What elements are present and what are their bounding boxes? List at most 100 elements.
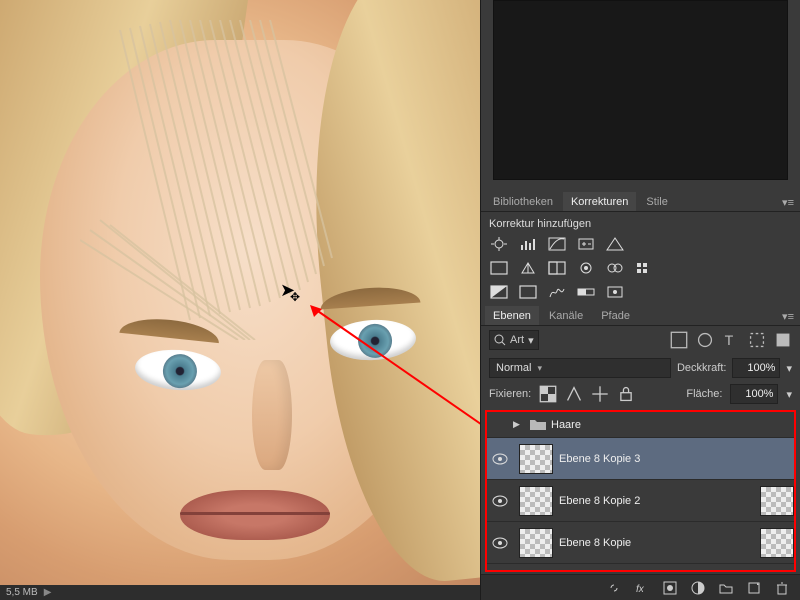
layer-row[interactable]: Ebene 8 Kopie 3 xyxy=(487,438,794,480)
threshold-icon[interactable] xyxy=(547,284,567,300)
layer-name[interactable]: Ebene 8 Kopie xyxy=(559,537,631,549)
adjustments-row-1 xyxy=(481,232,800,256)
layers-flyout-menu-icon[interactable]: ▾≡ xyxy=(776,308,800,325)
tab-pfade[interactable]: Pfade xyxy=(593,306,638,325)
photo-lip-line xyxy=(180,512,330,515)
layer-filter-kind-dropdown[interactable]: Art ▾ xyxy=(489,330,539,350)
photo-nose xyxy=(252,360,292,470)
status-bar: 5,5 MB ▶ xyxy=(0,585,480,600)
adjustments-tabstrip: Bibliotheken Korrekturen Stile ▾≡ xyxy=(481,190,800,212)
lock-image-icon[interactable] xyxy=(565,386,583,402)
layers-bottom-toolbar: fx xyxy=(481,574,800,600)
layer-thumbnail-right xyxy=(760,528,794,558)
curves-icon[interactable] xyxy=(547,236,567,252)
adjustments-flyout-menu-icon[interactable]: ▾≡ xyxy=(776,194,800,211)
chevron-down-icon[interactable]: ▾ xyxy=(786,388,792,401)
vibrance-icon[interactable] xyxy=(605,236,625,252)
filter-pixel-icon[interactable] xyxy=(670,332,688,348)
visibility-toggle[interactable] xyxy=(487,537,513,549)
add-mask-icon[interactable] xyxy=(662,580,678,596)
new-adjustment-layer-icon[interactable] xyxy=(690,580,706,596)
opacity-value: 100% xyxy=(747,362,775,374)
filter-smart-icon[interactable] xyxy=(774,332,792,348)
layer-style-icon[interactable]: fx xyxy=(634,580,650,596)
tab-stile[interactable]: Stile xyxy=(638,192,675,211)
layers-panel: Ebenen Kanäle Pfade ▾≡ Art ▾ T xyxy=(480,304,800,600)
fill-value: 100% xyxy=(745,388,773,400)
app-root: ➤✥ 5,5 MB ▶ Bibliotheken Korrekturen Sti… xyxy=(0,0,800,600)
visibility-toggle[interactable] xyxy=(487,453,513,465)
brightness-contrast-icon[interactable] xyxy=(489,236,509,252)
layer-row[interactable]: Ebene 8 Kopie xyxy=(487,522,794,564)
search-icon xyxy=(494,334,506,346)
layer-name[interactable]: Ebene 8 Kopie 3 xyxy=(559,453,640,465)
adjustments-heading-row: Korrektur hinzufügen xyxy=(481,212,800,232)
navigator-panel xyxy=(480,0,800,190)
layer-list: ▶ Haare Ebene 8 Kopie 3 Ebene 8 Kopie 2 xyxy=(485,410,796,572)
layer-filter-row: Art ▾ T xyxy=(481,326,800,354)
delete-layer-icon[interactable] xyxy=(774,580,790,596)
layer-thumbnail[interactable] xyxy=(519,528,553,558)
hue-sat-icon[interactable] xyxy=(489,260,509,276)
channel-mixer-icon[interactable] xyxy=(605,260,625,276)
blend-row: Normal ▾ Deckkraft: 100% ▾ xyxy=(481,354,800,382)
photo-background xyxy=(0,0,480,585)
levels-icon[interactable] xyxy=(518,236,538,252)
black-white-icon[interactable] xyxy=(547,260,567,276)
document-canvas-area: ➤✥ 5,5 MB ▶ xyxy=(0,0,480,600)
filter-type-icon[interactable]: T xyxy=(722,332,740,348)
exposure-icon[interactable] xyxy=(576,236,596,252)
new-group-icon[interactable] xyxy=(718,580,734,596)
adjustments-row-2 xyxy=(481,256,800,280)
opacity-field[interactable]: 100% xyxy=(732,358,780,378)
lock-all-icon[interactable] xyxy=(617,386,635,402)
document-canvas[interactable]: ➤✥ xyxy=(0,0,480,585)
layers-tabstrip: Ebenen Kanäle Pfade ▾≡ xyxy=(481,304,800,326)
gradient-map-icon[interactable] xyxy=(576,284,596,300)
status-filesize: 5,5 MB xyxy=(6,587,38,598)
color-balance-icon[interactable] xyxy=(518,260,538,276)
visibility-toggle[interactable] xyxy=(487,495,513,507)
selective-color-icon[interactable] xyxy=(605,284,625,300)
disclosure-triangle-icon[interactable]: ▶ xyxy=(513,419,527,430)
color-lookup-icon[interactable] xyxy=(634,260,654,276)
status-caret-icon[interactable]: ▶ xyxy=(44,587,52,598)
link-layers-icon[interactable] xyxy=(606,580,622,596)
opacity-label: Deckkraft: xyxy=(677,362,727,374)
layer-group-row[interactable]: ▶ Haare xyxy=(487,412,794,438)
chevron-down-icon: ▾ xyxy=(537,363,542,374)
adjustments-row-3 xyxy=(481,280,800,304)
svg-text:fx: fx xyxy=(636,584,645,595)
adjustments-heading: Korrektur hinzufügen xyxy=(489,218,591,230)
tab-bibliotheken[interactable]: Bibliotheken xyxy=(485,192,561,211)
filter-adjust-icon[interactable] xyxy=(696,332,714,348)
photo-lips xyxy=(180,490,330,540)
layer-filter-kind-label: Art xyxy=(510,334,524,346)
tab-kanale[interactable]: Kanäle xyxy=(541,306,591,325)
layer-filter-icons: T xyxy=(670,332,792,348)
invert-icon[interactable] xyxy=(489,284,509,300)
layer-row[interactable]: Ebene 8 Kopie 2 xyxy=(487,480,794,522)
navigator-preview-box[interactable] xyxy=(493,0,788,180)
blend-mode-value: Normal xyxy=(496,362,531,374)
folder-icon xyxy=(529,417,547,433)
layer-thumbnail-right xyxy=(760,486,794,516)
posterize-icon[interactable] xyxy=(518,284,538,300)
blend-mode-dropdown[interactable]: Normal ▾ xyxy=(489,358,671,378)
lock-position-icon[interactable] xyxy=(591,386,609,402)
chevron-down-icon[interactable]: ▾ xyxy=(786,362,792,375)
new-layer-icon[interactable] xyxy=(746,580,762,596)
chevron-down-icon: ▾ xyxy=(528,334,534,347)
layer-name[interactable]: Ebene 8 Kopie 2 xyxy=(559,495,640,507)
layer-thumbnail[interactable] xyxy=(519,444,553,474)
fill-field[interactable]: 100% xyxy=(730,384,778,404)
layer-group-name[interactable]: Haare xyxy=(551,419,581,431)
adjustments-panel: Bibliotheken Korrekturen Stile ▾≡ Korrek… xyxy=(480,190,800,304)
tab-ebenen[interactable]: Ebenen xyxy=(485,306,539,325)
tab-korrekturen[interactable]: Korrekturen xyxy=(563,192,636,211)
lock-row: Fixieren: Fläche: 100% ▾ xyxy=(481,382,800,410)
filter-shape-icon[interactable] xyxy=(748,332,766,348)
layer-thumbnail[interactable] xyxy=(519,486,553,516)
photo-filter-icon[interactable] xyxy=(576,260,596,276)
lock-transparency-icon[interactable] xyxy=(539,386,557,402)
